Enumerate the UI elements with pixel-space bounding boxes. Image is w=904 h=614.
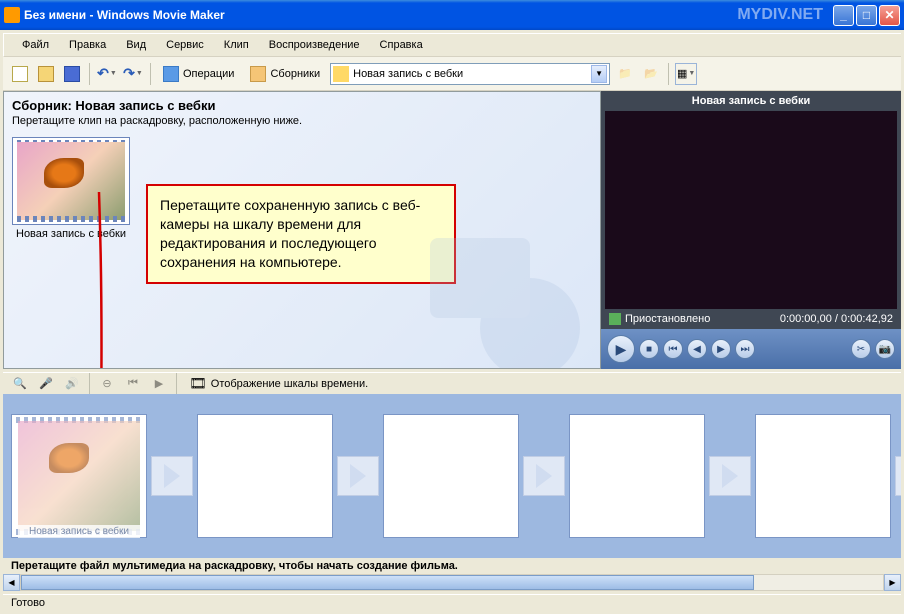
preview-controls: ▶ ■ ⏮ ◀ ▶ ⏭ ✂ 📷 bbox=[601, 329, 901, 369]
menu-tools[interactable]: Сервис bbox=[156, 36, 214, 54]
step-fwd-button[interactable]: ▶ bbox=[711, 339, 731, 359]
preview-pane: Новая запись с вебки Приостановлено 0:00… bbox=[601, 91, 901, 369]
menu-clip[interactable]: Клип bbox=[214, 36, 259, 54]
close-button[interactable]: ✕ bbox=[879, 5, 900, 26]
tasks-button[interactable]: Операции bbox=[157, 64, 240, 84]
scroll-right-button[interactable]: ▶ bbox=[884, 574, 901, 591]
storyboard-frame-empty[interactable] bbox=[569, 414, 705, 538]
preview-time: 0:00:00,00 / 0:00:42,92 bbox=[780, 313, 893, 325]
horizontal-scrollbar[interactable]: ◀ ▶ bbox=[3, 574, 901, 591]
storyboard-frame-empty[interactable] bbox=[197, 414, 333, 538]
collections-label: Сборники bbox=[270, 68, 320, 80]
minimize-button[interactable]: _ bbox=[833, 5, 854, 26]
collection-dropdown[interactable]: Новая запись с вебки ▼ bbox=[330, 63, 610, 85]
scroll-left-button[interactable]: ◀ bbox=[3, 574, 20, 591]
titlebar: Без имени - Windows Movie Maker MYDIV.NE… bbox=[0, 0, 904, 30]
clip-item[interactable]: Новая запись с вебки bbox=[12, 137, 130, 240]
watermark: MYDIV.NET bbox=[737, 6, 823, 24]
storyboard-clip-label: Новая запись с вебки bbox=[18, 525, 140, 538]
nav-button[interactable]: 📂 bbox=[640, 63, 662, 85]
collection-dropdown-value: Новая запись с вебки bbox=[353, 68, 591, 80]
status-icon bbox=[609, 313, 621, 325]
preview-status-text: Приостановлено bbox=[625, 313, 710, 325]
menu-edit[interactable]: Правка bbox=[59, 36, 116, 54]
collection-subtitle: Перетащите клип на раскадровку, располож… bbox=[4, 115, 600, 137]
timeline-icon: 🎞 bbox=[189, 375, 207, 392]
timeline-play-button[interactable]: ▶ bbox=[148, 373, 170, 395]
open-icon bbox=[38, 66, 54, 82]
collections-button[interactable]: Сборники bbox=[244, 64, 326, 84]
storyboard[interactable]: Новая запись с вебки bbox=[3, 394, 901, 558]
timeline-levels-button[interactable]: 🔊 bbox=[61, 373, 83, 395]
view-button[interactable]: ▦▼ bbox=[675, 63, 697, 85]
menubar: Файл Правка Вид Сервис Клип Воспроизведе… bbox=[3, 33, 901, 57]
transition-slot[interactable] bbox=[895, 456, 901, 496]
snapshot-button[interactable]: 📷 bbox=[875, 339, 895, 359]
menu-play[interactable]: Воспроизведение bbox=[259, 36, 370, 54]
transition-slot[interactable] bbox=[337, 456, 379, 496]
timeline-toggle-label: Отображение шкалы времени. bbox=[211, 378, 368, 390]
tasks-icon bbox=[163, 66, 179, 82]
transition-slot[interactable] bbox=[151, 456, 193, 496]
preview-statusbar: Приостановлено 0:00:00,00 / 0:00:42,92 bbox=[601, 309, 901, 329]
collections-icon bbox=[250, 66, 266, 82]
split-button[interactable]: ✂ bbox=[851, 339, 871, 359]
storyboard-frame[interactable]: Новая запись с вебки bbox=[11, 414, 147, 538]
prev-button[interactable]: ⏮ bbox=[663, 339, 683, 359]
new-button[interactable] bbox=[9, 63, 31, 85]
clip-label: Новая запись с вебки bbox=[12, 228, 130, 240]
timeline-toolbar: 🔍 🎤 🔊 ⊖ ⏮ ▶ 🎞 Отображение шкалы времени. bbox=[3, 372, 901, 394]
timeline-zoomout-button[interactable]: ⊖ bbox=[96, 373, 118, 395]
maximize-button[interactable]: □ bbox=[856, 5, 877, 26]
next-button[interactable]: ⏭ bbox=[735, 339, 755, 359]
timeline-rewind-button[interactable]: ⏮ bbox=[122, 373, 144, 395]
tasks-label: Операции bbox=[183, 68, 234, 80]
window-title: Без имени - Windows Movie Maker bbox=[24, 8, 737, 22]
storyboard-frame-empty[interactable] bbox=[383, 414, 519, 538]
transition-slot[interactable] bbox=[709, 456, 751, 496]
transition-slot[interactable] bbox=[523, 456, 565, 496]
clip-thumbnail bbox=[12, 137, 130, 225]
stop-button[interactable]: ■ bbox=[639, 339, 659, 359]
undo-button[interactable]: ↶▼ bbox=[96, 63, 118, 85]
up-button[interactable]: 📁 bbox=[614, 63, 636, 85]
redo-icon: ↷ bbox=[123, 65, 135, 82]
menu-help[interactable]: Справка bbox=[370, 36, 433, 54]
timeline-zoom-button[interactable]: 🔍 bbox=[9, 373, 31, 395]
scroll-track[interactable] bbox=[20, 574, 884, 591]
storyboard-frame-empty[interactable] bbox=[755, 414, 891, 538]
open-button[interactable] bbox=[35, 63, 57, 85]
scroll-thumb[interactable] bbox=[21, 575, 754, 590]
collection-dropdown-icon bbox=[333, 66, 349, 82]
preview-title: Новая запись с вебки bbox=[601, 91, 901, 111]
timeline-toggle-button[interactable]: 🎞 Отображение шкалы времени. bbox=[183, 373, 374, 394]
app-icon bbox=[4, 7, 20, 23]
undo-icon: ↶ bbox=[97, 65, 109, 82]
play-button[interactable]: ▶ bbox=[607, 335, 635, 363]
save-icon bbox=[64, 66, 80, 82]
menu-file[interactable]: Файл bbox=[12, 36, 59, 54]
collection-title: Сборник: Новая запись с вебки bbox=[4, 92, 600, 115]
save-button[interactable] bbox=[61, 63, 83, 85]
film-decoration bbox=[390, 208, 590, 369]
timeline-narrate-button[interactable]: 🎤 bbox=[35, 373, 57, 395]
new-icon bbox=[12, 66, 28, 82]
preview-video[interactable] bbox=[605, 111, 897, 309]
menu-view[interactable]: Вид bbox=[116, 36, 156, 54]
storyboard-hint: Перетащите файл мультимедиа на раскадров… bbox=[3, 558, 901, 574]
collection-pane: Сборник: Новая запись с вебки Перетащите… bbox=[3, 91, 601, 369]
redo-button[interactable]: ↷▼ bbox=[122, 63, 144, 85]
statusbar: Готово bbox=[3, 594, 901, 614]
dropdown-arrow-icon[interactable]: ▼ bbox=[591, 65, 607, 83]
step-back-button[interactable]: ◀ bbox=[687, 339, 707, 359]
toolbar: ↶▼ ↷▼ Операции Сборники Новая запись с в… bbox=[3, 57, 901, 91]
